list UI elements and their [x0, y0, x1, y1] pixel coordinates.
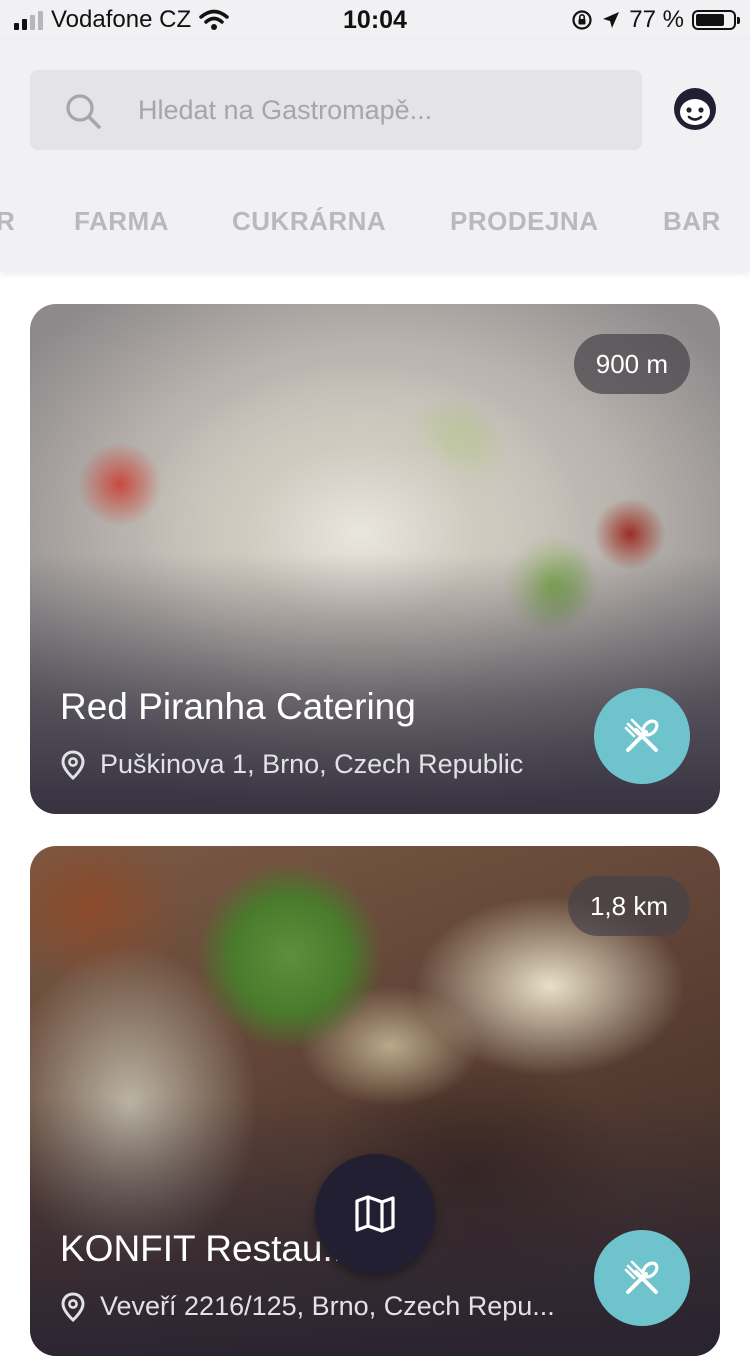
header: R FARMA CUKRÁRNA PRODEJNA BAR [0, 40, 750, 272]
place-address-text: Veveří 2216/125, Brno, Czech Repu... [100, 1291, 555, 1321]
distance-badge: 900 m [573, 334, 690, 394]
category-tabs: R FARMA CUKRÁRNA PRODEJNA BAR [0, 206, 750, 246]
map-icon [355, 1195, 395, 1233]
place-name: Red Piranha Catering [60, 686, 416, 727]
location-pin-icon [61, 749, 85, 780]
restaurant-type-button[interactable] [594, 1230, 690, 1326]
category-tab-cukrarna[interactable]: CUKRÁRNA [232, 206, 386, 237]
place-card[interactable]: 900 m Red Piranha Catering Puškinova 1, … [30, 304, 720, 814]
place-card[interactable]: 1,8 km KONFIT Restau... Veveří 2216/125,… [30, 846, 720, 1356]
place-address-text: Puškinova 1, Brno, Czech Republic [100, 749, 524, 779]
place-address: Veveří 2216/125, Brno, Czech Repu... [60, 1291, 555, 1322]
category-tab-bar[interactable]: BAR [663, 206, 721, 237]
location-pin-icon [61, 1291, 85, 1322]
category-tab[interactable]: R [0, 206, 15, 237]
status-bar: Vodafone CZ 10:04 77 % [0, 0, 750, 40]
search-bar[interactable] [30, 70, 642, 150]
rotation-lock-icon [572, 10, 592, 30]
battery-percent: 77 % [629, 6, 684, 33]
status-right: 77 % [571, 6, 740, 34]
place-name: KONFIT Restau... [60, 1228, 354, 1269]
category-tab-prodejna[interactable]: PRODEJNA [450, 206, 598, 237]
fork-knife-icon [624, 1260, 659, 1294]
distance-badge: 1,8 km [567, 876, 690, 936]
location-arrow-icon [603, 12, 620, 28]
map-view-button[interactable] [315, 1154, 435, 1274]
fork-knife-icon [624, 718, 659, 752]
search-input[interactable] [138, 70, 618, 150]
place-address: Puškinova 1, Brno, Czech Republic [60, 749, 523, 780]
battery-icon [692, 10, 740, 30]
search-icon [66, 94, 101, 129]
restaurant-type-button[interactable] [594, 688, 690, 784]
category-tab-farma[interactable]: FARMA [74, 206, 169, 237]
profile-avatar-icon[interactable] [672, 86, 718, 132]
